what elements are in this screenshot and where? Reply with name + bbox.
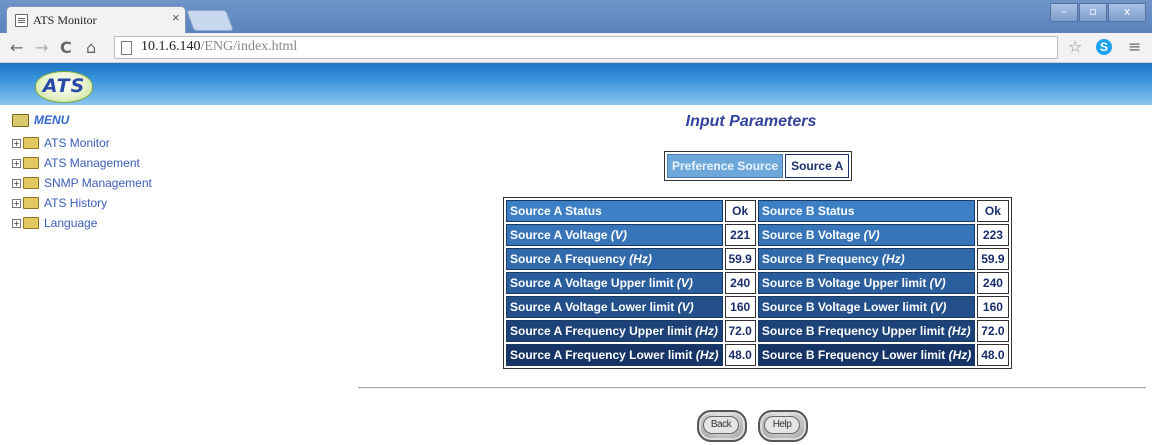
window-controls: – ▫ x: [1050, 3, 1146, 23]
source-a-param-label: Source A Frequency (Hz): [506, 248, 723, 270]
source-a-param-value: 160: [724, 296, 756, 318]
help-button[interactable]: Help: [758, 410, 808, 442]
content-divider: [358, 387, 1146, 389]
source-b-param-value: 160: [977, 296, 1009, 318]
sidebar-item-label: ATS History: [44, 196, 108, 210]
expand-plus-icon[interactable]: +: [12, 178, 21, 188]
expand-plus-icon[interactable]: +: [12, 138, 21, 148]
maximize-button[interactable]: ▫: [1079, 3, 1107, 22]
folder-icon: [23, 217, 39, 229]
page-title: Input Parameters: [685, 113, 817, 130]
browser-tab-strip: ATS Monitor × – ▫ x: [0, 0, 1152, 34]
close-window-button[interactable]: x: [1108, 3, 1146, 22]
sidebar-item-ats-monitor[interactable]: + ATS Monitor: [12, 133, 152, 153]
source-a-param-label: Source A Frequency Lower limit (Hz): [506, 344, 723, 366]
table-row: Source A Voltage Upper limit (V) 240 Sou…: [506, 272, 1009, 294]
table-row: Source A Frequency (Hz) 59.9 Source B Fr…: [506, 248, 1009, 270]
source-a-param-value: 221: [724, 224, 756, 246]
menu-root[interactable]: MENU: [12, 113, 69, 127]
source-b-param-label: Source B Voltage (V): [757, 224, 976, 246]
sidebar-item-snmp-management[interactable]: + SNMP Management: [12, 173, 152, 193]
source-a-param-value: 72.0: [724, 320, 756, 342]
sidebar-item-label: SNMP Management: [44, 176, 152, 190]
browser-tab[interactable]: ATS Monitor ×: [6, 6, 186, 34]
source-a-param-value: Ok: [724, 200, 756, 222]
tab-close-icon[interactable]: ×: [172, 11, 180, 25]
sidebar-item-label: ATS Management: [44, 156, 140, 170]
table-row: Source A Status Ok Source B Status Ok: [506, 200, 1009, 222]
sidebar-item-label: Language: [44, 216, 98, 230]
source-b-param-value: 223: [977, 224, 1009, 246]
source-a-param-label: Source A Voltage Lower limit (V): [506, 296, 723, 318]
source-a-param-value: 240: [724, 272, 756, 294]
back-button-label: Back: [703, 416, 739, 434]
source-a-param-value: 48.0: [724, 344, 756, 366]
back-arrow-icon[interactable]: ←: [10, 38, 23, 57]
sidebar-tree: + ATS Monitor + ATS Management + SNMP Ma…: [12, 133, 152, 233]
page-icon: [121, 41, 132, 55]
back-button[interactable]: Back: [697, 410, 747, 442]
table-row: Source A Frequency Lower limit (Hz) 48.0…: [506, 344, 1009, 366]
source-a-param-label: Source A Status: [506, 200, 723, 222]
folder-icon: [23, 177, 39, 189]
table-row: Source A Voltage Lower limit (V) 160 Sou…: [506, 296, 1009, 318]
expand-plus-icon[interactable]: +: [12, 198, 21, 208]
address-bar[interactable]: 10.1.6.140/ENG/index.html: [114, 36, 1058, 59]
menu-root-label: MENU: [34, 113, 70, 127]
sidebar-item-language[interactable]: + Language: [12, 213, 152, 233]
source-a-param-label: Source A Voltage (V): [506, 224, 723, 246]
source-b-param-value: Ok: [977, 200, 1009, 222]
new-tab-button[interactable]: [186, 10, 234, 31]
home-icon[interactable]: ⌂: [86, 38, 96, 57]
source-b-param-label: Source B Status: [757, 200, 976, 222]
help-button-label: Help: [764, 416, 800, 434]
header-banner: ATS: [0, 63, 1152, 105]
source-a-param-label: Source A Voltage Upper limit (V): [506, 272, 723, 294]
minimize-button[interactable]: –: [1050, 3, 1078, 22]
source-b-param-label: Source B Voltage Lower limit (V): [757, 296, 976, 318]
forward-arrow-icon[interactable]: →: [35, 38, 48, 57]
ats-logo: ATS: [35, 71, 93, 103]
sidebar-item-label: ATS Monitor: [44, 136, 110, 150]
source-b-param-label: Source B Frequency (Hz): [757, 248, 976, 270]
page-favicon-icon: [15, 14, 28, 27]
url-text: 10.1.6.140/ENG/index.html: [141, 39, 298, 54]
source-b-param-label: Source B Frequency Lower limit (Hz): [757, 344, 976, 366]
folder-icon: [23, 157, 39, 169]
tab-title: ATS Monitor: [33, 13, 97, 27]
skype-extension-icon[interactable]: S: [1096, 39, 1112, 55]
source-b-param-label: Source B Frequency Upper limit (Hz): [757, 320, 976, 342]
sidebar-item-ats-history[interactable]: + ATS History: [12, 193, 152, 213]
table-row: Source A Frequency Upper limit (Hz) 72.0…: [506, 320, 1009, 342]
sidebar-item-ats-management[interactable]: + ATS Management: [12, 153, 152, 173]
folder-icon: [23, 197, 39, 209]
source-a-param-value: 59.9: [724, 248, 756, 270]
preference-source-label: Preference Source: [667, 154, 784, 178]
bookmark-star-icon[interactable]: ☆: [1068, 37, 1082, 56]
source-a-param-label: Source A Frequency Upper limit (Hz): [506, 320, 723, 342]
input-parameters-table: Source A Status Ok Source B Status Ok So…: [503, 197, 1012, 369]
folder-icon: [23, 137, 39, 149]
browser-toolbar: ← → C ⌂ 10.1.6.140/ENG/index.html ☆ S ≡: [0, 33, 1152, 63]
table-row: Source A Voltage (V) 221 Source B Voltag…: [506, 224, 1009, 246]
expand-plus-icon[interactable]: +: [12, 158, 21, 168]
source-b-param-value: 72.0: [977, 320, 1009, 342]
source-b-param-value: 59.9: [977, 248, 1009, 270]
source-b-param-value: 48.0: [977, 344, 1009, 366]
browser-menu-icon[interactable]: ≡: [1128, 37, 1141, 56]
reload-icon[interactable]: C: [60, 38, 72, 57]
open-folder-icon: [12, 113, 29, 127]
preference-source-box: Preference Source Source A: [664, 151, 853, 181]
preference-source-value: Source A: [785, 154, 850, 178]
source-b-param-label: Source B Voltage Upper limit (V): [757, 272, 976, 294]
expand-plus-icon[interactable]: +: [12, 218, 21, 228]
source-b-param-value: 240: [977, 272, 1009, 294]
